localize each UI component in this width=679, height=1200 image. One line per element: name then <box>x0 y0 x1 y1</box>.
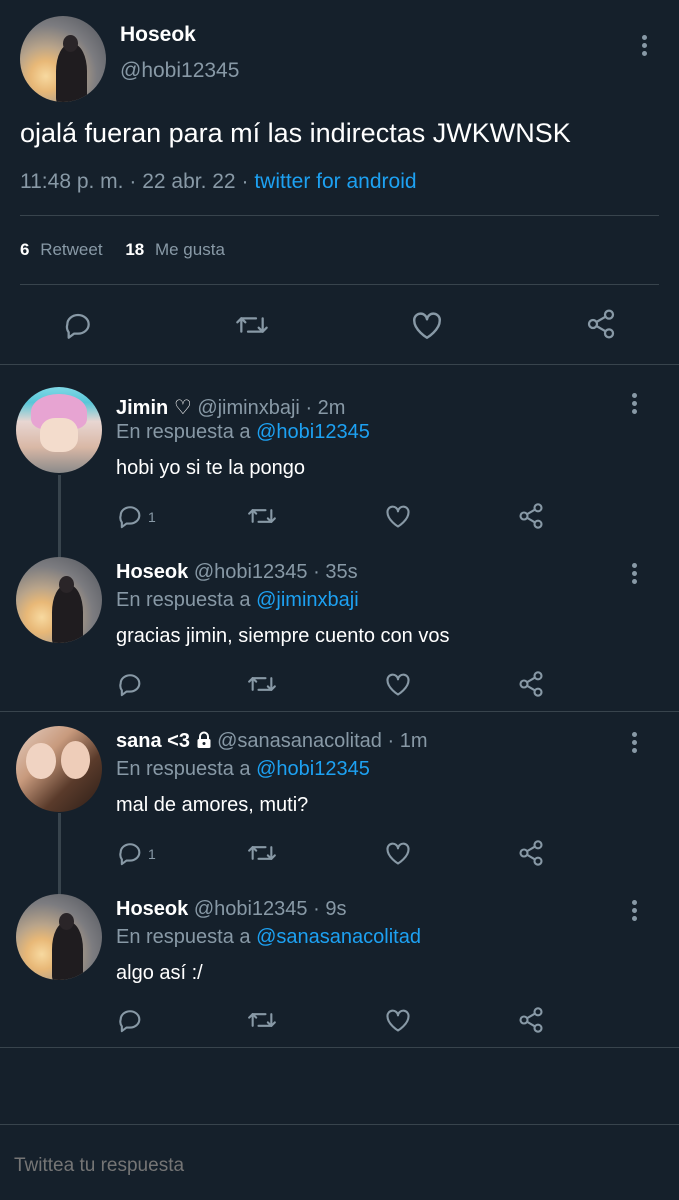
reply-display-name[interactable]: Hoseok <box>116 561 188 583</box>
lock-icon <box>196 731 212 755</box>
reply-composer <box>0 1124 679 1200</box>
reply-input[interactable] <box>14 1155 654 1177</box>
in-reply-label: En respuesta a <box>116 421 251 443</box>
reply-header: Hoseok @hobi12345 · 9s <box>116 898 346 921</box>
retweet-icon[interactable] <box>246 670 278 698</box>
mention-link[interactable]: @hobi12345 <box>256 758 370 780</box>
more-options-icon[interactable] <box>624 897 644 923</box>
reply-time[interactable]: · 2m <box>305 397 345 419</box>
reply-text: mal de amores, muti? <box>116 794 309 816</box>
more-options-icon[interactable] <box>634 32 654 58</box>
meta-separator: · <box>241 170 249 193</box>
reply-display-name[interactable]: sana <3 <box>116 730 190 752</box>
avatar[interactable] <box>16 726 102 812</box>
in-reply-to: En respuesta a @jiminxbaji <box>116 589 359 612</box>
mention-link[interactable]: @jiminxbaji <box>256 589 359 611</box>
reply-display-name[interactable]: Jimin <box>116 397 168 419</box>
like-icon[interactable] <box>384 839 412 867</box>
avatar[interactable] <box>16 387 102 473</box>
more-options-icon[interactable] <box>624 390 644 416</box>
retweet-icon[interactable] <box>246 839 278 867</box>
like-icon[interactable] <box>384 1006 412 1034</box>
reply-icon[interactable] <box>116 839 144 867</box>
reply-handle[interactable]: @hobi12345 <box>194 898 308 920</box>
tweet-stats: 6 Retweet 18 Me gusta <box>20 240 225 260</box>
reply-icon[interactable] <box>62 309 94 341</box>
in-reply-to: En respuesta a @sanasanacolitad <box>116 926 421 949</box>
author-display-name[interactable]: Hoseok <box>120 23 196 47</box>
reply-display-name[interactable]: Hoseok <box>116 898 188 920</box>
like-label: Me gusta <box>154 240 225 259</box>
like-icon[interactable] <box>384 670 412 698</box>
reply-icon[interactable] <box>116 1006 144 1034</box>
like-count: 18 <box>125 240 145 259</box>
retweet-count-link[interactable]: 6 Retweet <box>20 240 107 259</box>
tweet-detail-page: Hoseok @hobi12345 ojalá fueran para mí l… <box>0 0 679 1200</box>
more-options-icon[interactable] <box>624 560 644 586</box>
share-icon[interactable] <box>584 308 618 340</box>
meta-separator: · <box>129 170 137 193</box>
share-icon[interactable] <box>517 670 545 698</box>
avatar[interactable] <box>20 16 106 102</box>
reply-header: Jimin ♡ @jiminxbaji · 2m <box>116 395 345 420</box>
reply-icon[interactable] <box>116 670 144 698</box>
like-icon[interactable] <box>384 502 412 530</box>
divider <box>0 1047 679 1048</box>
reply-handle[interactable]: @jiminxbaji <box>197 397 300 419</box>
like-icon[interactable] <box>410 309 444 341</box>
retweet-count: 6 <box>20 240 30 259</box>
divider <box>20 215 659 216</box>
more-options-icon[interactable] <box>624 729 644 755</box>
divider <box>20 284 659 285</box>
in-reply-label: En respuesta a <box>116 926 251 948</box>
main-tweet: Hoseok @hobi12345 ojalá fueran para mí l… <box>0 0 679 365</box>
thread-connector <box>58 475 61 559</box>
share-icon[interactable] <box>517 502 545 530</box>
tweet-meta: 11:48 p. m. · 22 abr. 22 · twitter for a… <box>20 170 417 194</box>
reply-text: gracias jimin, siempre cuento con vos <box>116 625 450 647</box>
reply-handle[interactable]: @sanasanacolitad <box>217 730 382 752</box>
in-reply-to: En respuesta a @hobi12345 <box>116 421 370 444</box>
retweet-label: Retweet <box>40 240 103 259</box>
share-icon[interactable] <box>517 1006 545 1034</box>
reply-time[interactable]: · 9s <box>313 898 346 920</box>
reply-icon[interactable] <box>116 502 144 530</box>
reply-time[interactable]: · 1m <box>388 730 428 752</box>
reply-header: sana <3 @sanasanacolitad · 1m <box>116 730 428 755</box>
reply-handle[interactable]: @hobi12345 <box>194 561 308 583</box>
reply-count: 1 <box>148 509 156 525</box>
mention-link[interactable]: @hobi12345 <box>256 421 370 443</box>
retweet-icon[interactable] <box>234 309 270 341</box>
tweet-date[interactable]: 22 abr. 22 <box>142 170 235 193</box>
in-reply-to: En respuesta a @hobi12345 <box>116 758 370 781</box>
avatar[interactable] <box>16 557 102 643</box>
tweet-time[interactable]: 11:48 p. m. <box>20 170 124 193</box>
mention-link[interactable]: @sanasanacolitad <box>256 926 421 948</box>
tweet-text: ojalá fueran para mí las indirectas JWKW… <box>20 118 571 148</box>
reply-text: algo así :/ <box>116 962 203 984</box>
in-reply-label: En respuesta a <box>116 589 251 611</box>
reply-time[interactable]: · 35s <box>313 561 357 583</box>
divider <box>0 711 679 712</box>
reply-header: Hoseok @hobi12345 · 35s <box>116 561 358 584</box>
retweet-icon[interactable] <box>246 1006 278 1034</box>
author-handle[interactable]: @hobi12345 <box>120 59 239 83</box>
avatar[interactable] <box>16 894 102 980</box>
like-count-link[interactable]: 18 Me gusta <box>125 240 225 259</box>
retweet-icon[interactable] <box>246 502 278 530</box>
reply-text: hobi yo si te la pongo <box>116 457 306 479</box>
share-icon[interactable] <box>517 839 545 867</box>
reply-count: 1 <box>148 846 156 862</box>
heart-emoji: ♡ <box>173 397 192 419</box>
thread-connector <box>58 813 61 895</box>
in-reply-label: En respuesta a <box>116 758 251 780</box>
tweet-source-link[interactable]: twitter for android <box>254 170 416 193</box>
